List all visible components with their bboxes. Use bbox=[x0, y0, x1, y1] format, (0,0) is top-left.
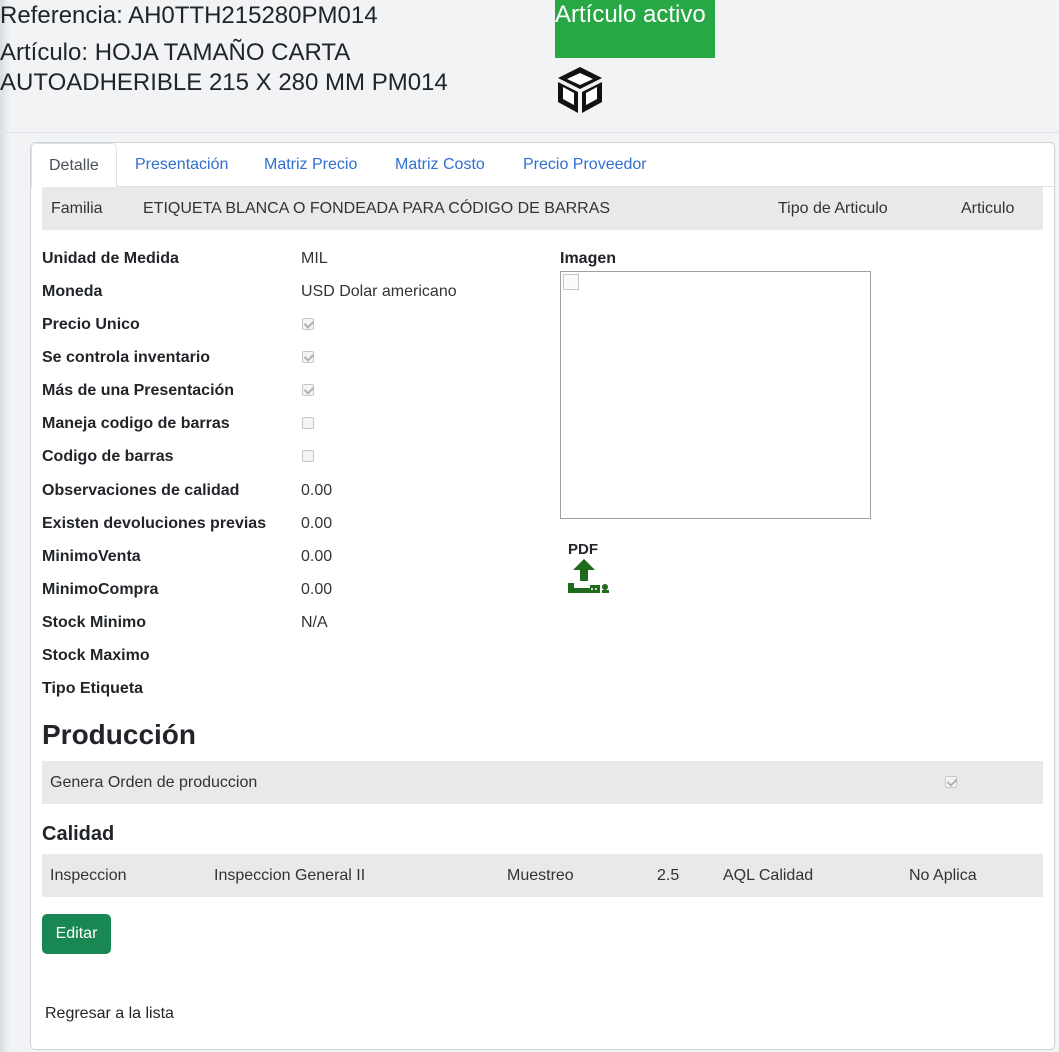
familia-label: Familia bbox=[51, 200, 103, 217]
article-title: Artículo: HOJA TAMAÑO CARTA AUTOADHERIBL… bbox=[0, 39, 448, 96]
genera-orden-row: Genera Orden de produccion bbox=[42, 761, 1043, 804]
field-value-devoluciones-previas: 0.00 bbox=[301, 515, 333, 532]
page-header: Referencia: AH0TTH215280PM014 Artículo: … bbox=[0, 0, 1059, 133]
field-label-controla-inventario: Se controla inventario bbox=[42, 349, 211, 366]
field-value-minimo-compra: 0.00 bbox=[301, 581, 333, 598]
field-value-observaciones-calidad: 0.00 bbox=[301, 482, 333, 499]
field-label-tipo-etiqueta: Tipo Etiqueta bbox=[42, 680, 144, 697]
produccion-heading: Producción bbox=[42, 719, 197, 750]
checkbox-maneja-codigo-barras bbox=[302, 417, 314, 429]
aql-calidad-label: AQL Calidad bbox=[723, 867, 814, 884]
field-label-moneda: Moneda bbox=[42, 283, 103, 300]
tab-presentacion[interactable]: Presentación bbox=[135, 143, 228, 187]
upload-icon[interactable] bbox=[567, 559, 611, 597]
genera-orden-label: Genera Orden de produccion bbox=[50, 774, 258, 791]
header-divider bbox=[0, 132, 1059, 133]
checkbox-controla-inventario bbox=[302, 351, 314, 363]
muestreo-value: 2.5 bbox=[657, 867, 680, 884]
cube-icon bbox=[558, 67, 602, 113]
tipo-articulo-label: Tipo de Articulo bbox=[778, 200, 888, 217]
calidad-heading: Calidad bbox=[42, 823, 115, 845]
field-label-mas-presentacion: Más de una Presentación bbox=[42, 382, 235, 399]
article-detail-card: Detalle Presentación Matriz Precio Matri… bbox=[30, 142, 1055, 1050]
familia-value: ETIQUETA BLANCA O FONDEADA PARA CÓDIGO D… bbox=[143, 200, 611, 217]
checkbox-codigo-barras bbox=[302, 450, 314, 462]
calidad-row: Inspeccion Inspeccion General II Muestre… bbox=[42, 854, 1043, 897]
field-label-devoluciones-previas: Existen devoluciones previas bbox=[42, 515, 267, 532]
muestreo-label: Muestreo bbox=[507, 867, 574, 884]
aql-calidad-value: No Aplica bbox=[909, 867, 977, 884]
tab-matriz-precio[interactable]: Matriz Precio bbox=[264, 143, 357, 187]
field-value-moneda: USD Dolar americano bbox=[301, 283, 457, 300]
pdf-label: PDF bbox=[568, 541, 598, 558]
left-edge-shadow bbox=[0, 0, 10, 1052]
familia-row: Familia ETIQUETA BLANCA O FONDEADA PARA … bbox=[42, 187, 1043, 230]
tab-matriz-costo[interactable]: Matriz Costo bbox=[395, 143, 485, 187]
article-image bbox=[560, 271, 871, 519]
field-label-minimo-compra: MinimoCompra bbox=[42, 581, 159, 598]
field-value-unidad-medida: MIL bbox=[301, 250, 328, 267]
tab-precio-proveedor[interactable]: Precio Proveedor bbox=[523, 143, 647, 187]
checkbox-precio-unico bbox=[302, 318, 314, 330]
tipo-articulo-value: Articulo bbox=[961, 200, 1015, 217]
image-label: Imagen bbox=[560, 250, 617, 267]
field-value-minimo-venta: 0.00 bbox=[301, 548, 333, 565]
field-label-observaciones-calidad: Observaciones de calidad bbox=[42, 482, 240, 499]
field-label-stock-minimo: Stock Minimo bbox=[42, 614, 147, 631]
field-label-precio-unico: Precio Unico bbox=[42, 316, 140, 333]
inspeccion-label: Inspeccion bbox=[50, 867, 127, 884]
edit-button[interactable]: Editar bbox=[42, 914, 111, 954]
field-label-stock-maximo: Stock Maximo bbox=[42, 647, 150, 664]
broken-image-icon bbox=[563, 274, 579, 290]
reference-title: Referencia: AH0TTH215280PM014 bbox=[0, 2, 378, 29]
tab-bar: Detalle Presentación Matriz Precio Matri… bbox=[31, 143, 1054, 188]
field-label-maneja-codigo-barras: Maneja codigo de barras bbox=[42, 415, 230, 432]
field-label-unidad-medida: Unidad de Medida bbox=[42, 250, 179, 267]
field-label-minimo-venta: MinimoVenta bbox=[42, 548, 141, 565]
checkbox-mas-presentacion bbox=[302, 384, 314, 396]
checkbox-genera-orden bbox=[945, 776, 957, 788]
active-status-badge: Artículo activo bbox=[555, 0, 715, 58]
field-value-stock-minimo: N/A bbox=[301, 614, 328, 631]
inspeccion-value: Inspeccion General II bbox=[214, 867, 366, 884]
field-label-codigo-barras: Codigo de barras bbox=[42, 448, 174, 465]
back-to-list-link[interactable]: Regresar a la lista bbox=[45, 1005, 174, 1023]
tab-detalle[interactable]: Detalle bbox=[31, 143, 117, 188]
